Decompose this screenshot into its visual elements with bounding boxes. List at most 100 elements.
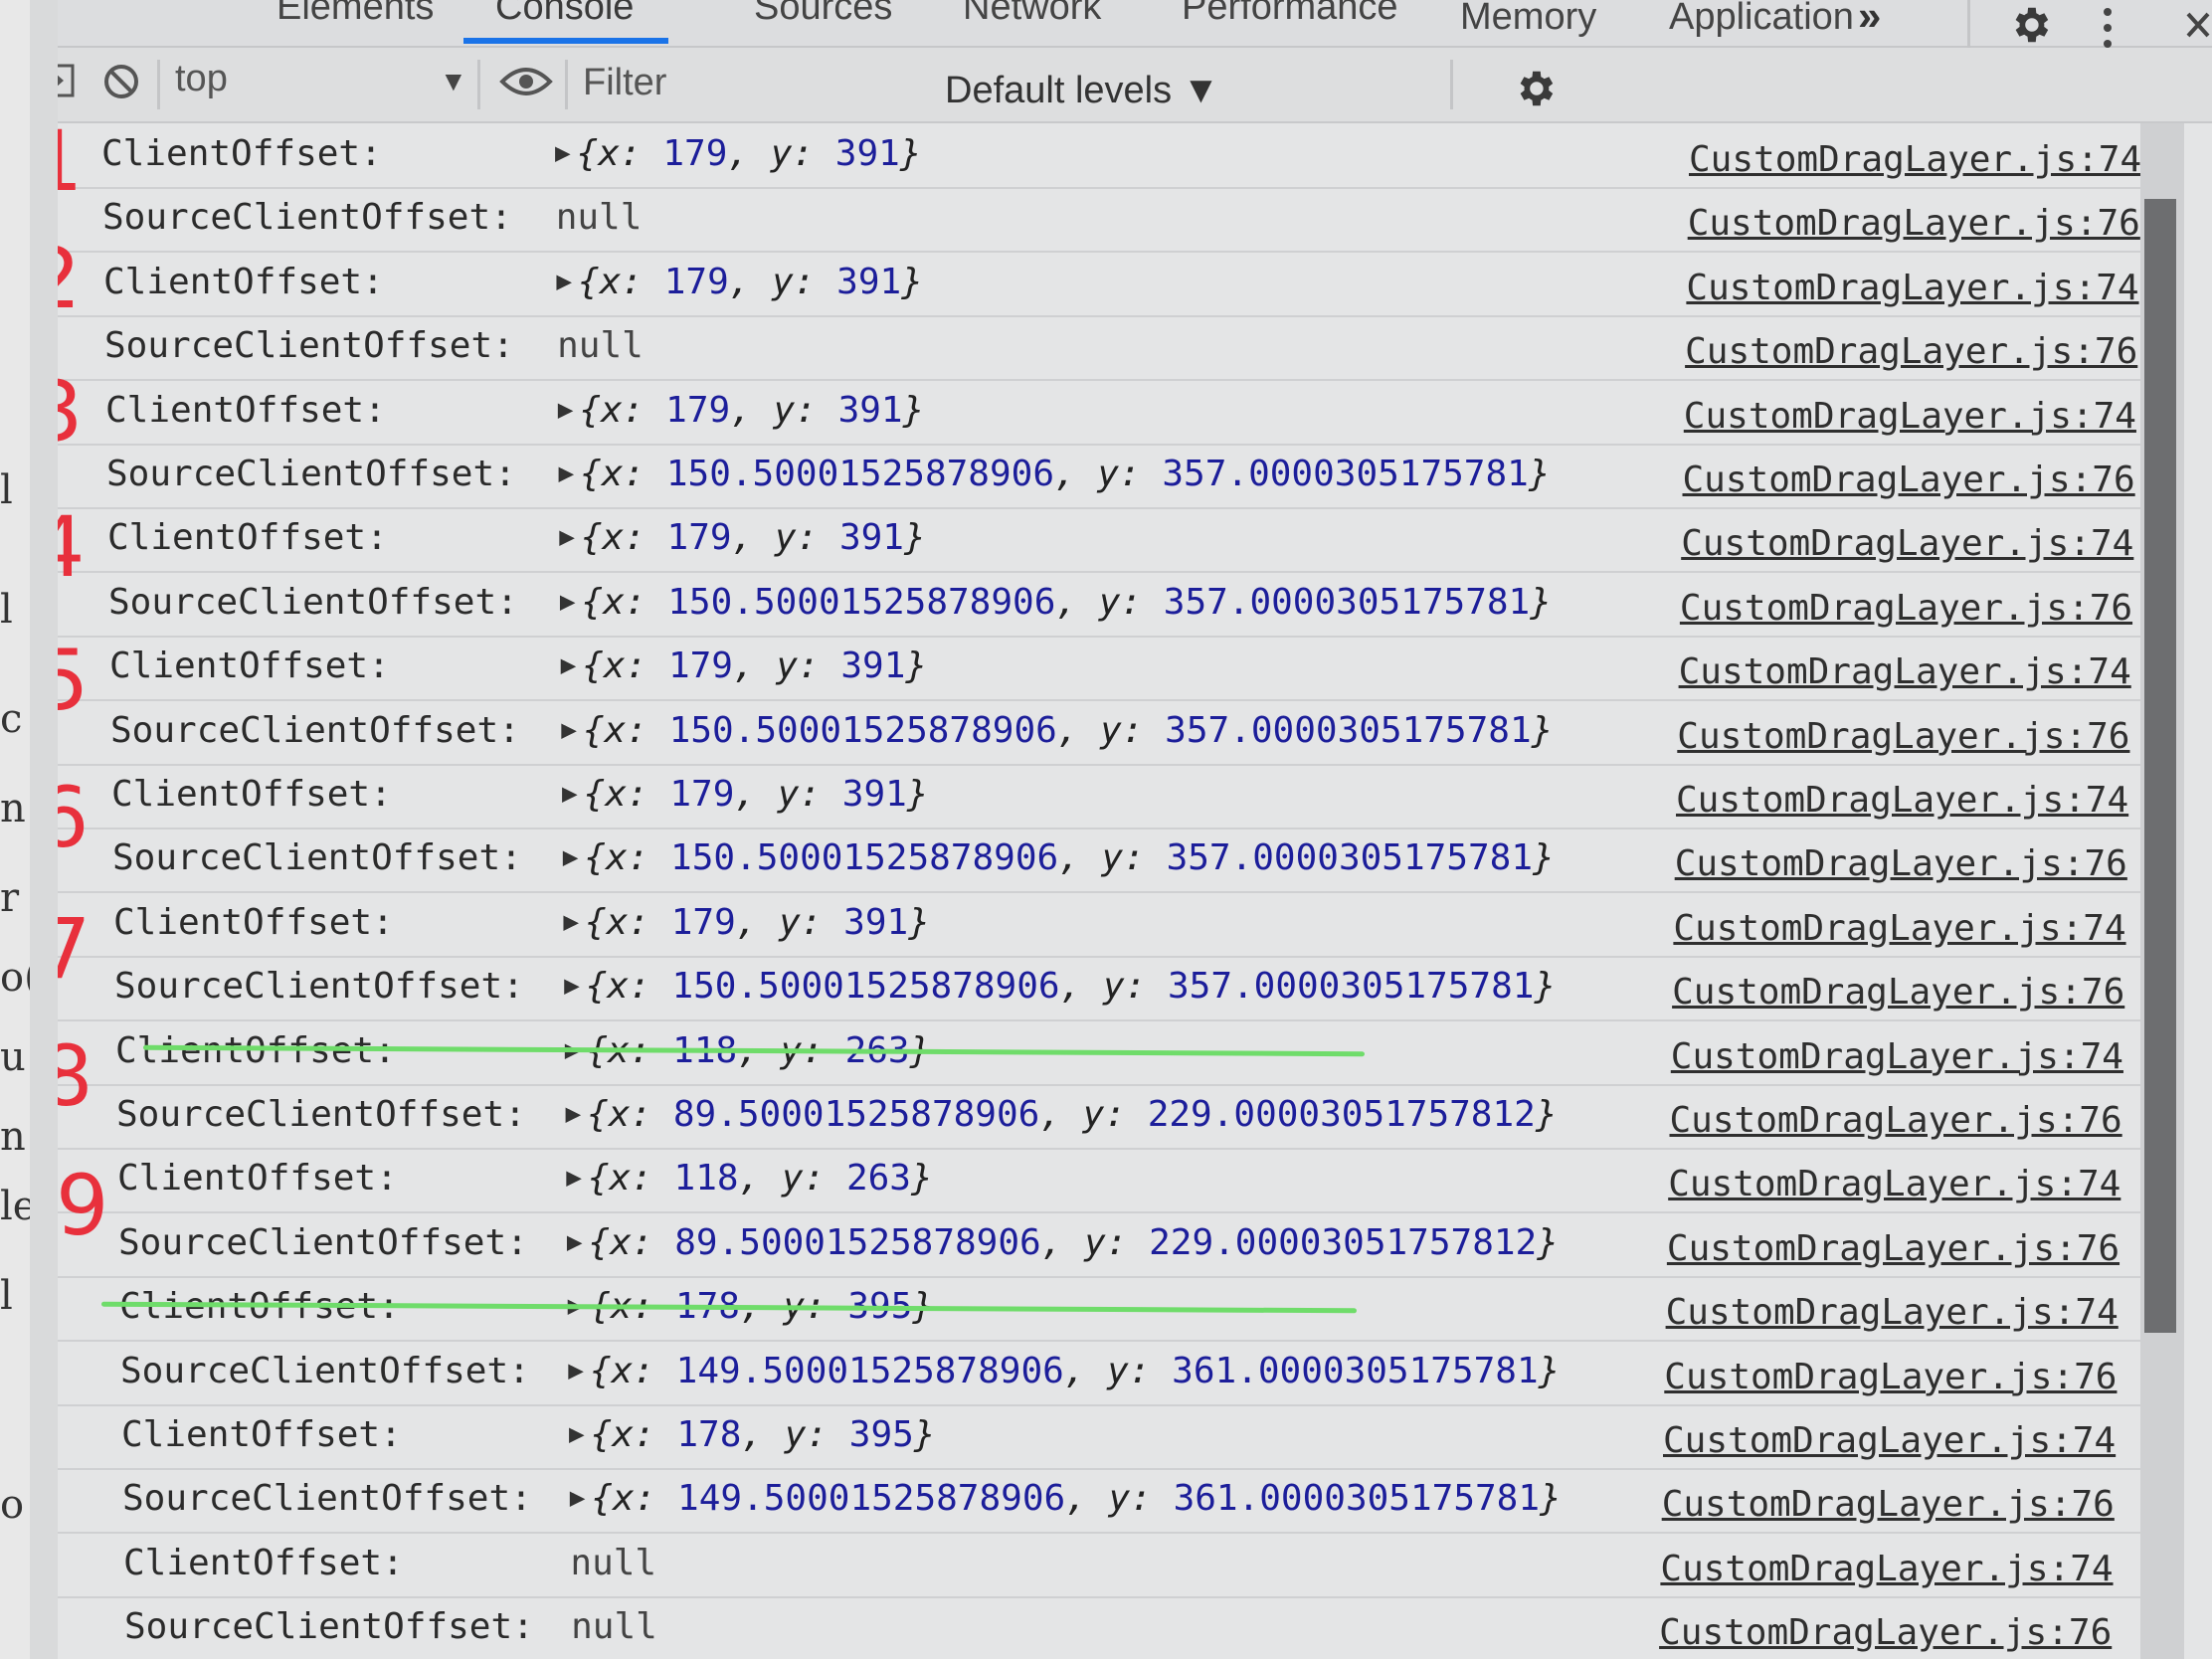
message-value[interactable]: ▶ {x: 149.50001525878906, y: 361.00003051… <box>568 1351 1560 1391</box>
source-link[interactable]: CustomDragLayer.js:76 <box>1667 1228 2120 1269</box>
source-link[interactable]: CustomDragLayer.js:74 <box>1676 780 2128 821</box>
source-link[interactable]: CustomDragLayer.js:76 <box>1680 588 2132 629</box>
tab-console[interactable]: Console <box>495 0 634 29</box>
console-message-row: SourceClientOffset: ▶ {x: 89.5000152587890… <box>58 1084 2146 1150</box>
console-scrollbar-thumb[interactable] <box>2144 199 2176 1333</box>
left-strip-glyph: n <box>0 1114 26 1160</box>
filter-input[interactable]: Filter <box>583 62 666 104</box>
message-label: ClientOffset: <box>107 517 388 559</box>
expand-triangle-icon[interactable]: ▶ <box>563 842 579 872</box>
expand-triangle-icon[interactable]: ▶ <box>567 1227 583 1257</box>
tab-performance[interactable]: Performance <box>1182 0 1398 29</box>
toolbar-separator <box>157 60 160 109</box>
x-value: 179 <box>670 901 736 943</box>
expand-triangle-icon[interactable]: ▶ <box>560 587 576 617</box>
message-value[interactable]: ▶ {x: 150.50001525878906, y: 357.00003051… <box>564 966 1556 1007</box>
message-value: null <box>557 325 644 366</box>
settings-gear-icon[interactable] <box>2007 2 2053 48</box>
message-value[interactable]: ▶ {x: 150.50001525878906, y: 357.00003051… <box>559 454 1551 494</box>
message-value[interactable]: ▶ {x: 179, y: 391} <box>558 390 924 431</box>
source-link[interactable]: CustomDragLayer.js:76 <box>1685 331 2137 372</box>
source-link[interactable]: CustomDragLayer.js:74 <box>1684 396 2136 437</box>
message-value[interactable]: ▶ {x: 150.50001525878906, y: 357.00003051… <box>560 582 1552 623</box>
source-link[interactable]: CustomDragLayer.js:74 <box>1689 139 2141 180</box>
context-selector[interactable]: top <box>175 58 228 100</box>
expand-triangle-icon[interactable]: ▶ <box>556 267 572 296</box>
tabs-overflow-button[interactable]: » <box>1858 0 1881 40</box>
source-link[interactable]: CustomDragLayer.js:74 <box>1681 523 2133 564</box>
expand-triangle-icon[interactable]: ▶ <box>559 459 575 488</box>
live-expression-eye-icon[interactable] <box>499 64 553 99</box>
message-value[interactable]: ▶ {x: 150.50001525878906, y: 357.00003051… <box>563 837 1555 878</box>
tab-elements[interactable]: Elements <box>276 0 434 29</box>
message-value[interactable]: ▶ {x: 179, y: 391} <box>561 645 927 686</box>
more-options-kebab-icon[interactable] <box>2101 6 2115 50</box>
message-value[interactable]: ▶ {x: 179, y: 391} <box>562 774 928 815</box>
message-value[interactable]: ▶ {x: 179, y: 391} <box>555 133 921 174</box>
message-value[interactable]: ▶{x: 178, y: 395} <box>569 1414 935 1455</box>
message-value[interactable]: ▶ {x: 179, y: 391} <box>559 517 925 558</box>
console-message-row: ClientOffset: ▶ {x: 179, y: 391} CustomDrag… <box>58 636 2146 702</box>
expand-triangle-icon[interactable]: ▶ <box>564 971 580 1001</box>
annotation-number: 7 <box>58 900 92 998</box>
message-label: SourceClientOffset: <box>118 1221 528 1263</box>
source-link[interactable]: CustomDragLayer.js:74 <box>1666 1292 2119 1333</box>
source-link[interactable]: CustomDragLayer.js:76 <box>1670 1100 2122 1141</box>
message-value[interactable]: ▶ {x: 179, y: 391} <box>563 902 929 943</box>
tab-sources[interactable]: Sources <box>754 0 892 29</box>
message-value[interactable]: ▶ {x: 149.50001525878906, y: 361.00003051… <box>570 1478 1562 1519</box>
expand-triangle-icon[interactable]: ▶ <box>570 1483 586 1513</box>
source-link[interactable]: CustomDragLayer.js:76 <box>1688 203 2140 244</box>
message-label: SourceClientOffset: <box>116 1094 526 1135</box>
source-link[interactable]: CustomDragLayer.js:76 <box>1672 972 2124 1013</box>
source-link[interactable]: CustomDragLayer.js:76 <box>1683 460 2135 500</box>
message-value[interactable]: ▶ {x: 150.50001525878906, y: 357.00003051… <box>561 710 1553 751</box>
source-link[interactable]: CustomDragLayer.js:74 <box>1679 651 2131 692</box>
annotation-number: 4 <box>58 498 86 596</box>
message-value[interactable]: ▶{x: 118, y: 263} <box>566 1158 932 1198</box>
expand-triangle-icon[interactable]: ▶ <box>561 715 577 745</box>
sidebar-toggle-icon[interactable] <box>58 62 76 101</box>
source-link[interactable]: CustomDragLayer.js:76 <box>1659 1612 2112 1653</box>
tab-network[interactable]: Network <box>963 0 1101 29</box>
context-dropdown-arrow-icon[interactable]: ▼ <box>440 66 467 97</box>
expand-triangle-icon[interactable]: ▶ <box>563 907 579 937</box>
source-link[interactable]: CustomDragLayer.js:76 <box>1677 716 2129 757</box>
message-label: SourceClientOffset: <box>106 454 516 494</box>
expand-triangle-icon[interactable]: ▶ <box>558 395 574 425</box>
expand-triangle-icon[interactable]: ▶ <box>566 1099 582 1129</box>
clear-console-icon[interactable] <box>101 62 141 101</box>
source-link[interactable]: CustomDragLayer.js:74 <box>1671 1036 2123 1077</box>
source-link[interactable]: CustomDragLayer.js:74 <box>1673 908 2125 949</box>
expand-triangle-icon[interactable]: ▶ <box>561 650 577 680</box>
expand-triangle-icon[interactable]: ▶ <box>559 522 575 552</box>
close-devtools-icon[interactable] <box>2184 10 2212 40</box>
source-link[interactable]: CustomDragLayer.js:74 <box>1686 268 2138 308</box>
tab-application[interactable]: Application <box>1669 0 1854 39</box>
source-link[interactable]: CustomDragLayer.js:74 <box>1668 1164 2120 1204</box>
message-value[interactable]: ▶ {x: 89.50001525878906, y: 229.000030517… <box>566 1094 1558 1135</box>
console-message-row: ClientOffset: ▶ {x: 179, y: 391} CustomDrag… <box>58 123 2146 189</box>
expand-triangle-icon[interactable]: ▶ <box>555 138 571 168</box>
message-label: ClientOffset: <box>117 1158 398 1199</box>
console-message-row: SourceClientOffset: ▶ {x: 149.500015258789… <box>58 1468 2146 1535</box>
y-value: 361.0000305175781 <box>1173 1478 1541 1520</box>
expand-triangle-icon[interactable]: ▶ <box>566 1163 582 1193</box>
source-link[interactable]: CustomDragLayer.js:74 <box>1663 1420 2116 1461</box>
expand-triangle-icon[interactable]: ▶ <box>569 1419 585 1449</box>
log-levels-dropdown[interactable]: Default levels ▼ <box>945 70 1219 112</box>
expand-triangle-icon[interactable]: ▶ <box>568 1356 584 1385</box>
message-label: SourceClientOffset: <box>114 966 524 1008</box>
message-value[interactable]: ▶ {x: 89.50001525878906, y: 229.000030517… <box>567 1222 1559 1263</box>
source-link[interactable]: CustomDragLayer.js:76 <box>1662 1484 2115 1525</box>
expand-triangle-icon[interactable]: ▶ <box>562 779 578 809</box>
message-value[interactable]: ▶ {x: 179, y: 391} <box>556 262 922 302</box>
x-value: 149.50001525878906 <box>677 1478 1066 1520</box>
y-value: 357.0000305175781 <box>1162 454 1529 494</box>
left-strip-glyph: le <box>0 1184 30 1229</box>
console-settings-gear-icon[interactable] <box>1512 66 1558 111</box>
source-link[interactable]: CustomDragLayer.js:76 <box>1664 1357 2117 1397</box>
tab-memory[interactable]: Memory <box>1460 0 1596 39</box>
source-link[interactable]: CustomDragLayer.js:74 <box>1660 1549 2113 1589</box>
source-link[interactable]: CustomDragLayer.js:76 <box>1675 843 2127 884</box>
